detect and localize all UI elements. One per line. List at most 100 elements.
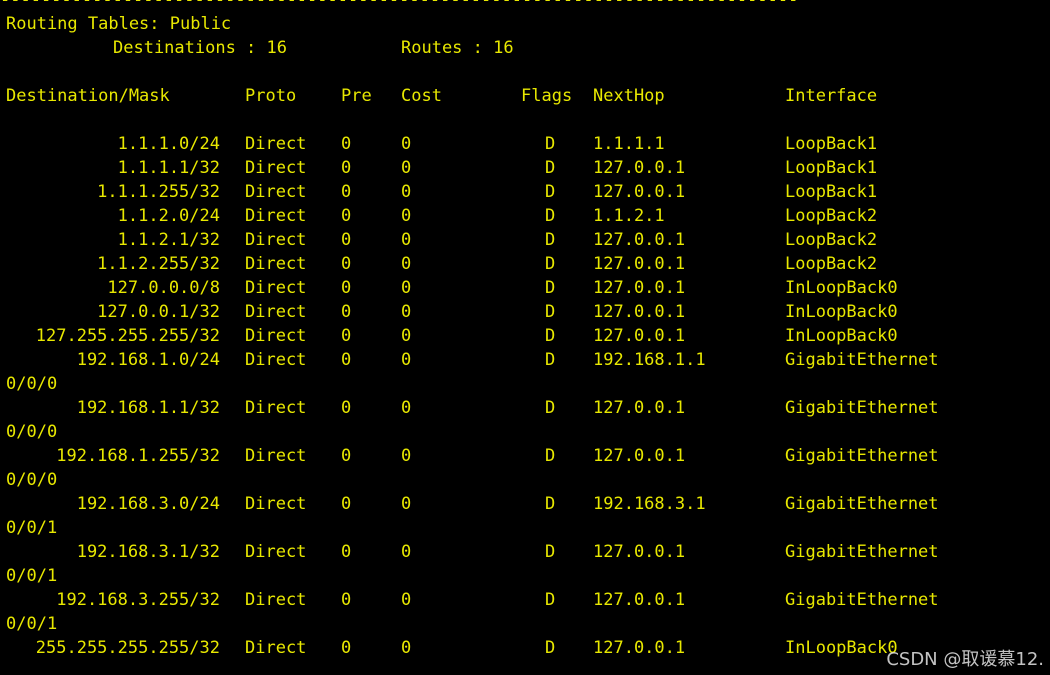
route-proto: Direct <box>245 494 307 514</box>
route-pre: 0 <box>341 590 352 610</box>
route-interface: LoopBack2 <box>785 206 878 226</box>
route-interface: GigabitEthernet <box>785 494 939 514</box>
table-row: 1.1.1.0/24 Direct 0 0 D 1.1.1.1 LoopBack1 <box>0 132 1050 156</box>
route-proto: Direct <box>245 134 307 154</box>
route-flags: D <box>545 398 556 418</box>
route-pre: 0 <box>341 254 352 274</box>
route-proto: Direct <box>245 590 307 610</box>
route-interface: GigabitEthernet <box>785 350 939 370</box>
route-pre: 0 <box>341 326 352 346</box>
route-proto: Direct <box>245 206 307 226</box>
route-nexthop: 127.0.0.1 <box>593 542 686 562</box>
route-flags: D <box>545 230 556 250</box>
route-proto: Direct <box>245 230 307 250</box>
route-proto: Direct <box>245 182 307 202</box>
route-pre: 0 <box>341 398 352 418</box>
route-interface: LoopBack2 <box>785 254 878 274</box>
route-nexthop: 127.0.0.1 <box>593 446 686 466</box>
route-proto: Direct <box>245 638 307 658</box>
route-nexthop: 1.1.2.1 <box>593 206 665 226</box>
route-flags: D <box>545 134 556 154</box>
route-nexthop: 127.0.0.1 <box>593 638 686 658</box>
header-proto: Proto <box>245 86 297 106</box>
route-nexthop: 127.0.0.1 <box>593 158 686 178</box>
route-cost: 0 <box>401 206 412 226</box>
route-destination: 255.255.255.255/32 <box>35 638 220 658</box>
route-nexthop: 127.0.0.1 <box>593 278 686 298</box>
route-flags: D <box>545 542 556 562</box>
route-flags: D <box>545 350 556 370</box>
route-destination: 127.0.0.1/32 <box>97 302 220 322</box>
route-destination: 192.168.3.255/32 <box>56 590 220 610</box>
route-flags: D <box>545 446 556 466</box>
route-cost: 0 <box>401 302 412 322</box>
route-nexthop: 127.0.0.1 <box>593 230 686 250</box>
route-interface: GigabitEthernet <box>785 446 939 466</box>
route-flags: D <box>545 494 556 514</box>
table-row: 192.168.1.0/24 Direct 0 0 D 192.168.1.1 Gigabi… <box>0 348 1050 372</box>
route-destination: 192.168.1.0/24 <box>76 350 220 370</box>
header-cost: Cost <box>401 86 442 106</box>
route-interface: InLoopBack0 <box>785 638 898 658</box>
route-interface-continuation: 0/0/0 <box>6 374 58 394</box>
watermark: CSDN @取谖慕12. <box>886 649 1044 670</box>
route-interface: LoopBack1 <box>785 158 878 178</box>
route-interface: InLoopBack0 <box>785 302 898 322</box>
table-row: 192.168.3.255/32 Direct 0 0 D 127.0.0.1 Gigabi… <box>0 588 1050 612</box>
route-pre: 0 <box>341 278 352 298</box>
route-cost: 0 <box>401 158 412 178</box>
route-interface: LoopBack2 <box>785 230 878 250</box>
route-interface: GigabitEthernet <box>785 590 939 610</box>
route-pre: 0 <box>341 638 352 658</box>
table-row: 1.1.2.1/32 Direct 0 0 D 127.0.0.1 LoopBack2 <box>0 228 1050 252</box>
route-interface-continuation: 0/0/1 <box>6 614 58 634</box>
route-nexthop: 127.0.0.1 <box>593 590 686 610</box>
route-flags: D <box>545 326 556 346</box>
route-destination: 192.168.3.1/32 <box>76 542 220 562</box>
route-cost: 0 <box>401 230 412 250</box>
route-destination: 1.1.1.255/32 <box>97 182 220 202</box>
route-proto: Direct <box>245 254 307 274</box>
table-header: Destination/Mask Proto Pre Cost Flags Ne… <box>0 84 1050 108</box>
route-flags: D <box>545 302 556 322</box>
route-nexthop: 127.0.0.1 <box>593 182 686 202</box>
route-proto: Direct <box>245 158 307 178</box>
routes-count: Routes : 16 <box>401 38 514 58</box>
header-nexthop: NextHop <box>593 86 665 106</box>
route-proto: Direct <box>245 326 307 346</box>
table-row: 1.1.1.1/32 Direct 0 0 D 127.0.0.1 LoopBack1 <box>0 156 1050 180</box>
route-destination: 1.1.1.1/32 <box>117 158 220 178</box>
route-cost: 0 <box>401 446 412 466</box>
routing-table-title: Routing Tables: Public <box>6 14 232 34</box>
route-flags: D <box>545 158 556 178</box>
route-pre: 0 <box>341 302 352 322</box>
route-destination: 127.0.0.0/8 <box>107 278 220 298</box>
route-nexthop: 192.168.1.1 <box>593 350 706 370</box>
route-pre: 0 <box>341 494 352 514</box>
table-row: 1.1.1.255/32 Direct 0 0 D 127.0.0.1 LoopBack1 <box>0 180 1050 204</box>
route-interface: GigabitEthernet <box>785 542 939 562</box>
route-nexthop: 127.0.0.1 <box>593 254 686 274</box>
route-destination: 192.168.1.255/32 <box>56 446 220 466</box>
table-row: 192.168.3.1/32 Direct 0 0 D 127.0.0.1 GigabitE… <box>0 540 1050 564</box>
table-row: 192.168.3.0/24 Direct 0 0 D 192.168.3.1 Gigabi… <box>0 492 1050 516</box>
route-pre: 0 <box>341 134 352 154</box>
header-pre: Pre <box>341 86 372 106</box>
route-interface-continuation: 0/0/1 <box>6 566 58 586</box>
route-pre: 0 <box>341 182 352 202</box>
destinations-count: Destinations : 16 <box>113 38 287 58</box>
route-destination: 1.1.1.0/24 <box>117 134 220 154</box>
route-interface: LoopBack1 <box>785 134 878 154</box>
route-interface-continuation: 0/0/0 <box>6 422 58 442</box>
route-interface-continuation: 0/0/1 <box>6 518 58 538</box>
terminal-window[interactable]: ----------------------------------------… <box>0 0 1050 675</box>
summary-line: Destinations : 16 Routes : 16 <box>0 36 1050 60</box>
route-destination: 1.1.2.255/32 <box>97 254 220 274</box>
route-proto: Direct <box>245 542 307 562</box>
route-proto: Direct <box>245 446 307 466</box>
table-row: 1.1.2.255/32 Direct 0 0 D 127.0.0.1 LoopBack2 <box>0 252 1050 276</box>
header-flags: Flags <box>521 86 573 106</box>
route-pre: 0 <box>341 446 352 466</box>
route-pre: 0 <box>341 350 352 370</box>
header-destination: Destination/Mask <box>6 86 170 106</box>
